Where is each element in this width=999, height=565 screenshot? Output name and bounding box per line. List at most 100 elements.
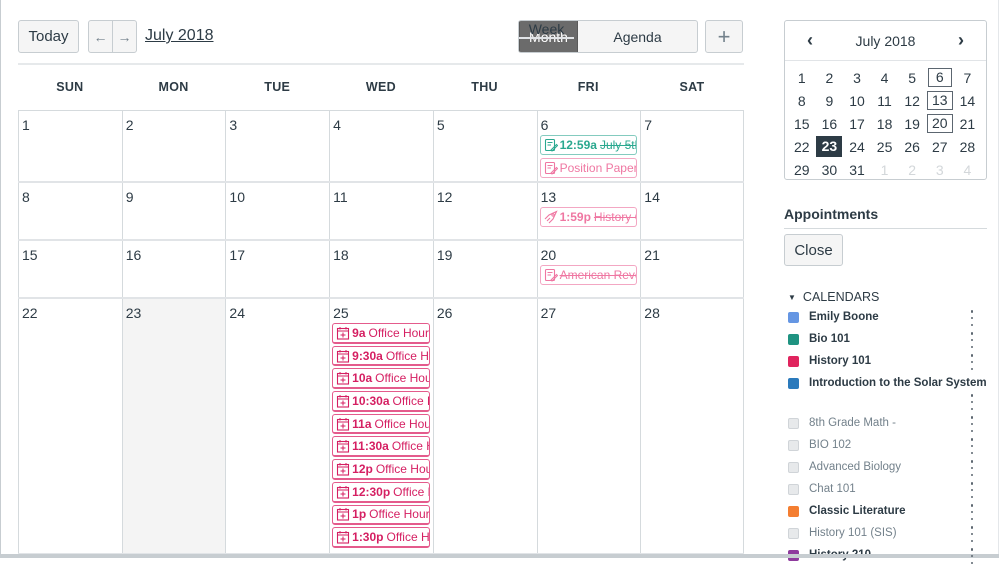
day-number[interactable]: 16 — [126, 247, 142, 263]
day-number[interactable]: 13 — [541, 189, 557, 205]
appointment-slot[interactable]: 12:30pOffice H — [332, 481, 430, 503]
day-cell[interactable]: 259aOffice Hours9:30aOffice Ho10aOffice … — [329, 299, 433, 553]
mini-calendar-day[interactable]: 13 — [926, 89, 954, 112]
day-cell[interactable]: 7 — [640, 111, 744, 181]
mini-calendar-day[interactable]: 2 — [816, 66, 844, 89]
day-cell[interactable]: 23 — [121, 299, 226, 553]
appointment-slot[interactable]: 12p Office Hou — [332, 459, 430, 480]
day-cell[interactable]: 14 — [640, 183, 744, 239]
appointment-slot[interactable]: 11a Office Hou — [332, 413, 430, 435]
close-appointments-button[interactable]: Close — [784, 234, 843, 266]
calendar-item[interactable]: 8th Grade Math - — [788, 413, 978, 433]
day-cell[interactable]: 6 12:59a July 5th Position Paper — [536, 111, 641, 181]
appointment-slot[interactable]: 9a Office Hours — [332, 323, 430, 344]
mini-calendar-day[interactable]: 22 — [788, 135, 816, 158]
calendar-color-checkbox[interactable] — [788, 377, 799, 389]
mini-calendar-day[interactable]: 16 — [816, 112, 844, 135]
next-month-button[interactable]: → — [112, 21, 136, 52]
mini-calendar-day[interactable]: 27 — [926, 135, 954, 158]
mini-calendar-day[interactable]: 23 — [816, 135, 844, 158]
day-number[interactable]: 12 — [437, 189, 453, 205]
day-cell[interactable]: 12 — [432, 183, 537, 239]
day-cell[interactable]: 21 — [640, 241, 744, 297]
day-cell[interactable]: 22 — [18, 299, 122, 553]
calendar-item[interactable]: Emily Boone — [788, 307, 978, 327]
mini-calendar-day[interactable]: 17 — [843, 112, 871, 135]
calendar-color-checkbox[interactable] — [788, 483, 799, 495]
day-number[interactable]: 19 — [437, 247, 453, 263]
day-number[interactable]: 24 — [229, 305, 245, 321]
calendar-color-checkbox[interactable] — [788, 439, 799, 451]
day-number[interactable]: 21 — [644, 247, 660, 263]
day-number[interactable]: 26 — [437, 305, 453, 321]
tab-agenda[interactable]: Agenda — [578, 21, 697, 52]
day-number[interactable]: 10 — [229, 189, 245, 205]
day-cell[interactable]: 18 — [329, 241, 433, 297]
appointment-slot[interactable]: 1p Office Hours — [332, 504, 430, 526]
calendar-item[interactable]: Bio 101 — [788, 329, 978, 349]
mini-calendar-day[interactable]: 24 — [843, 135, 871, 158]
mini-calendar-day[interactable]: 28 — [954, 135, 982, 158]
calendars-toggle[interactable]: ▼ CALENDARS — [788, 290, 879, 304]
appointment-slot[interactable]: 10a Office Hou — [332, 368, 430, 390]
calendar-item[interactable]: Classic Literature — [788, 501, 978, 521]
day-cell[interactable]: 27 — [536, 299, 641, 553]
day-cell[interactable]: 10 — [225, 183, 329, 239]
day-cell[interactable]: 1 — [18, 111, 122, 181]
day-cell[interactable]: 26 — [432, 299, 537, 553]
calendar-event[interactable]: Position Paper — [539, 158, 638, 178]
more-options-icon[interactable] — [969, 394, 975, 410]
month-title-link[interactable]: July 2018 — [145, 27, 214, 45]
mini-calendar-day[interactable]: 9 — [816, 89, 844, 112]
day-number[interactable]: 8 — [22, 189, 30, 205]
calendar-color-checkbox[interactable] — [788, 311, 799, 323]
more-options-icon[interactable] — [969, 354, 975, 370]
day-cell[interactable]: 2 — [121, 111, 226, 181]
mini-calendar-day[interactable]: 6 — [926, 66, 954, 89]
more-options-icon[interactable] — [969, 482, 975, 498]
previous-month-button[interactable]: ← — [89, 21, 112, 52]
day-cell[interactable]: 11 — [329, 183, 433, 239]
add-event-button[interactable]: + — [705, 20, 743, 53]
mini-calendar-day[interactable]: 18 — [871, 112, 899, 135]
day-number[interactable]: 3 — [229, 117, 237, 133]
more-options-icon[interactable] — [969, 548, 975, 564]
horizontal-scrollbar[interactable] — [0, 554, 999, 558]
appointment-slot[interactable]: 11:30aOffice H — [332, 436, 430, 458]
day-cell[interactable]: 9 — [121, 183, 226, 239]
calendar-item[interactable]: BIO 102 — [788, 435, 978, 455]
day-number[interactable]: 15 — [22, 247, 38, 263]
day-cell[interactable]: 5 — [432, 111, 537, 181]
calendar-event[interactable]: 1:59pHistory C — [539, 207, 638, 227]
mini-calendar-day[interactable]: 26 — [898, 135, 926, 158]
day-cell[interactable]: 13 1:59pHistory C — [536, 183, 641, 239]
calendar-color-checkbox[interactable] — [788, 417, 799, 429]
mini-next-month-icon[interactable]: › — [958, 30, 964, 51]
mini-calendar-day[interactable]: 1 — [788, 66, 816, 89]
day-number[interactable]: 6 — [541, 117, 549, 133]
day-number[interactable]: 17 — [229, 247, 245, 263]
day-number[interactable]: 18 — [333, 247, 349, 263]
day-number[interactable]: 9 — [126, 189, 134, 205]
day-cell[interactable]: 15 — [18, 241, 122, 297]
mini-calendar-day[interactable]: 25 — [871, 135, 899, 158]
appointment-slot[interactable]: 9:30aOffice Ho — [332, 345, 430, 367]
day-cell[interactable]: 28 — [640, 299, 744, 553]
day-number[interactable]: 2 — [126, 117, 134, 133]
day-number[interactable]: 14 — [644, 189, 660, 205]
calendar-color-checkbox[interactable] — [788, 355, 799, 367]
day-cell[interactable]: 20 American Reve — [536, 241, 641, 297]
mini-calendar-day[interactable]: 29 — [788, 158, 816, 181]
calendar-item[interactable]: Introduction to the Solar System — [788, 373, 987, 393]
day-cell[interactable]: 4 — [329, 111, 433, 181]
day-cell[interactable]: 8 — [18, 183, 122, 239]
day-number[interactable]: 5 — [437, 117, 445, 133]
mini-calendar-day[interactable]: 4 — [871, 66, 899, 89]
mini-calendar-day[interactable]: 30 — [816, 158, 844, 181]
tab-week[interactable]: Week — [519, 21, 574, 39]
mini-calendar-day[interactable]: 2 — [898, 158, 926, 181]
mini-calendar-day[interactable]: 31 — [843, 158, 871, 181]
day-cell[interactable]: 19 — [432, 241, 537, 297]
day-cell[interactable]: 17 — [225, 241, 329, 297]
day-number[interactable]: 20 — [541, 247, 557, 263]
